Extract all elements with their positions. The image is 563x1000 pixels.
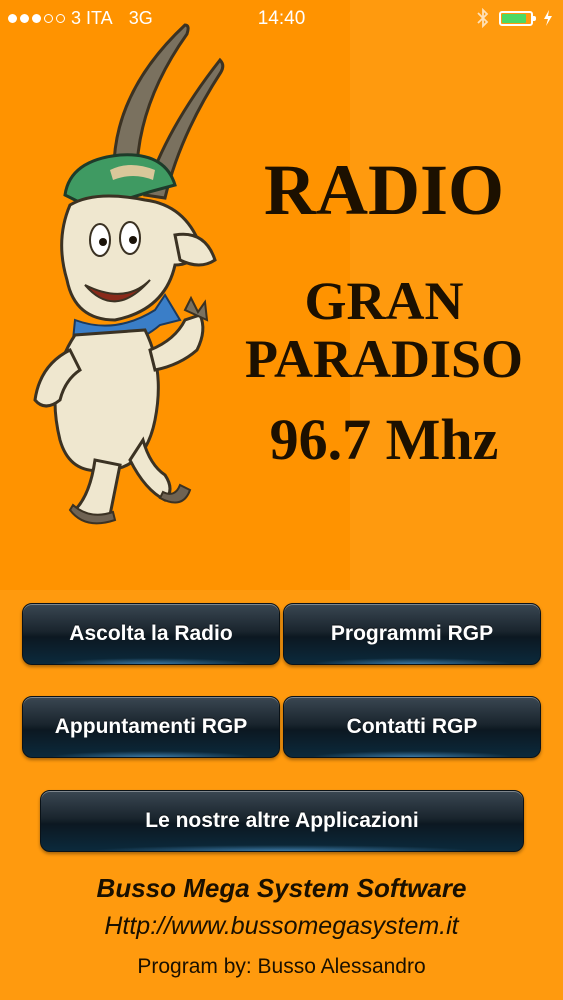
goat-mascot (33, 23, 225, 525)
station-name-line1: GRAN (304, 271, 464, 331)
bolt-icon (544, 10, 552, 26)
listen-radio-button[interactable]: Ascolta la Radio (22, 603, 280, 665)
battery-fill (502, 13, 526, 23)
website-link[interactable]: Http://www.bussomegasystem.it (0, 912, 563, 941)
author-credit: Program by: Busso Alessandro (137, 955, 426, 978)
bluetooth-icon (477, 8, 489, 28)
station-name-line2: PARADISO (244, 329, 523, 389)
contacts-button[interactable]: Contatti RGP (283, 696, 541, 758)
frequency: 96.7 Mhz (269, 407, 499, 472)
status-right (477, 8, 553, 28)
programs-button[interactable]: Programmi RGP (283, 603, 541, 665)
radio-title: RADIO (263, 150, 504, 230)
company-name: Busso Mega System Software (96, 873, 467, 903)
other-apps-button[interactable]: Le nostre altre Applicazioni (40, 790, 524, 852)
appointments-button[interactable]: Appuntamenti RGP (22, 696, 280, 758)
station-title-block: RADIO GRAN PARADISO 96.7 Mhz (205, 150, 563, 472)
battery-icon (499, 10, 536, 26)
